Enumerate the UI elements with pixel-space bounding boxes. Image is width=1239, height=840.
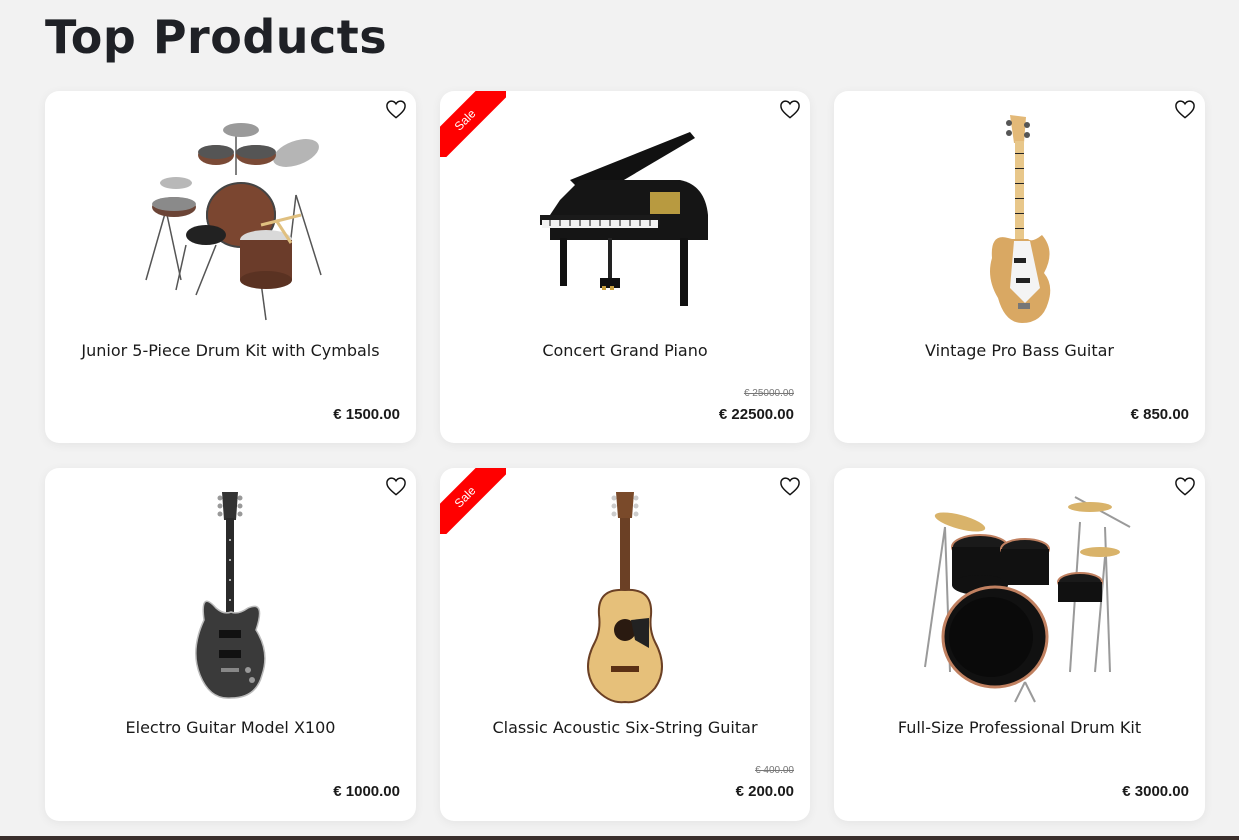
product-name[interactable]: Concert Grand Piano bbox=[450, 341, 800, 360]
product-name[interactable]: Electro Guitar Model X100 bbox=[55, 718, 406, 737]
product-image[interactable] bbox=[45, 486, 416, 708]
product-card[interactable]: Junior 5-Piece Drum Kit with Cymbals € 1… bbox=[45, 91, 416, 443]
product-card[interactable]: Sale Concert Grand Piano € 25000.00 € 22… bbox=[440, 91, 810, 443]
product-name[interactable]: Classic Acoustic Six-String Guitar bbox=[450, 718, 800, 737]
product-price: € 200.00 bbox=[735, 783, 794, 800]
product-price: € 850.00 bbox=[1130, 406, 1189, 423]
bass-guitar-image bbox=[989, 114, 1050, 323]
product-name[interactable]: Vintage Pro Bass Guitar bbox=[844, 341, 1195, 360]
drum-kit-image bbox=[923, 496, 1130, 703]
acoustic-guitar-image bbox=[587, 491, 663, 703]
product-card[interactable]: Electro Guitar Model X100 € 1000.00 bbox=[45, 468, 416, 821]
product-image[interactable] bbox=[440, 486, 810, 708]
electric-guitar-image bbox=[194, 491, 266, 699]
product-card[interactable]: Vintage Pro Bass Guitar € 850.00 bbox=[834, 91, 1205, 443]
original-price: € 25000.00 bbox=[743, 388, 794, 399]
product-image[interactable] bbox=[834, 109, 1205, 331]
product-price: € 3000.00 bbox=[1122, 783, 1189, 800]
product-card[interactable]: Sale Classic Acoustic Six-String Guitar … bbox=[440, 468, 810, 821]
product-price: € 22500.00 bbox=[718, 406, 794, 423]
product-card[interactable]: Full-Size Professional Drum Kit € 3000.0… bbox=[834, 468, 1205, 821]
piano-image bbox=[540, 132, 708, 306]
footer-edge bbox=[0, 836, 1239, 840]
drum-kit-image bbox=[144, 123, 322, 321]
product-name[interactable]: Junior 5-Piece Drum Kit with Cymbals bbox=[55, 341, 406, 360]
product-image[interactable] bbox=[45, 109, 416, 331]
product-image[interactable] bbox=[834, 486, 1205, 708]
product-price: € 1500.00 bbox=[333, 406, 400, 423]
original-price: € 400.00 bbox=[755, 765, 794, 776]
product-grid: Junior 5-Piece Drum Kit with Cymbals € 1… bbox=[45, 91, 1205, 821]
product-image[interactable] bbox=[440, 109, 810, 331]
product-name[interactable]: Full-Size Professional Drum Kit bbox=[844, 718, 1195, 737]
product-price: € 1000.00 bbox=[333, 783, 400, 800]
page-title: Top Products bbox=[45, 10, 388, 64]
